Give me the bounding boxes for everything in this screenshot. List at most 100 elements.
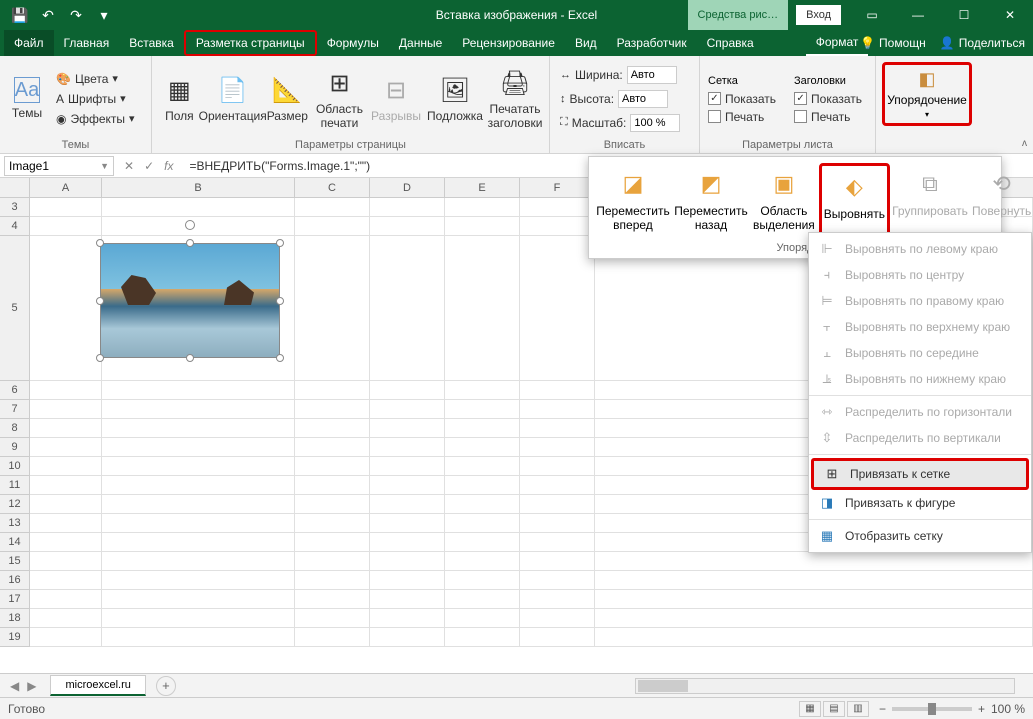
cell[interactable] (520, 236, 595, 381)
width-field[interactable]: ↔ Ширина: (556, 64, 693, 86)
orientation-button[interactable]: 📄Ориентация (205, 60, 261, 137)
cell[interactable] (370, 495, 445, 514)
cell[interactable] (445, 198, 520, 217)
cell[interactable] (370, 609, 445, 628)
cell[interactable] (30, 236, 102, 381)
cell[interactable] (30, 571, 102, 590)
cell[interactable] (595, 571, 1033, 590)
height-field[interactable]: ↕ Высота: (556, 88, 693, 110)
cell[interactable] (295, 236, 370, 381)
ribbon-options-icon[interactable]: ▭ (849, 0, 895, 30)
row-header[interactable]: 9 (0, 438, 30, 457)
row-header[interactable]: 16 (0, 571, 30, 590)
cell[interactable] (520, 419, 595, 438)
resize-handle[interactable] (276, 239, 284, 247)
colors-button[interactable]: 🎨Цвета ▾ (52, 70, 139, 88)
cell[interactable] (102, 457, 295, 476)
cell[interactable] (595, 609, 1033, 628)
cell[interactable] (520, 476, 595, 495)
row-header[interactable]: 19 (0, 628, 30, 647)
effects-button[interactable]: ◉Эффекты ▾ (52, 110, 139, 128)
menu-snap-to-grid[interactable]: ⊞Привязать к сетке (811, 458, 1029, 490)
cancel-formula-icon[interactable]: ✕ (124, 159, 134, 173)
row-header[interactable]: 17 (0, 590, 30, 609)
cell[interactable] (370, 438, 445, 457)
save-icon[interactable]: 💾 (8, 3, 32, 27)
row-header[interactable]: 15 (0, 552, 30, 571)
themes-button[interactable]: Aa Темы (6, 60, 48, 137)
tab-page-layout[interactable]: Разметка страницы (184, 30, 317, 56)
tab-data[interactable]: Данные (389, 30, 452, 56)
cell[interactable] (295, 381, 370, 400)
row-header[interactable]: 5 (0, 236, 30, 381)
row-header[interactable]: 4 (0, 217, 30, 236)
grid-show-checkbox[interactable]: ✓Показать (706, 91, 778, 107)
tab-file[interactable]: Файл (4, 30, 54, 56)
cell[interactable] (102, 628, 295, 647)
cell[interactable] (445, 476, 520, 495)
cell[interactable] (445, 438, 520, 457)
add-sheet-button[interactable]: + (156, 676, 176, 696)
cell[interactable] (102, 514, 295, 533)
selection-pane-button[interactable]: ▣Область выделения (751, 163, 817, 236)
login-button[interactable]: Вход (796, 5, 841, 25)
size-button[interactable]: 📐Размер (265, 60, 310, 137)
cell[interactable] (520, 217, 595, 236)
background-button[interactable]: 🖼Подложка (427, 60, 483, 137)
cell[interactable] (295, 438, 370, 457)
cell[interactable] (102, 533, 295, 552)
cell[interactable] (520, 628, 595, 647)
minimize-icon[interactable]: — (895, 0, 941, 30)
select-all-corner[interactable] (0, 178, 30, 197)
cell[interactable] (520, 495, 595, 514)
cell[interactable] (370, 571, 445, 590)
cell[interactable] (445, 419, 520, 438)
cell[interactable] (295, 476, 370, 495)
cell[interactable] (295, 217, 370, 236)
cell[interactable] (30, 552, 102, 571)
cell[interactable] (445, 381, 520, 400)
sheet-tab[interactable]: microexcel.ru (50, 675, 145, 696)
cell[interactable] (295, 514, 370, 533)
headings-show-checkbox[interactable]: ✓Показать (792, 91, 864, 107)
col-header[interactable]: B (102, 178, 295, 197)
row-header[interactable]: 14 (0, 533, 30, 552)
cell[interactable] (295, 495, 370, 514)
margins-button[interactable]: ▦Поля (158, 60, 201, 137)
cell[interactable] (30, 476, 102, 495)
cell[interactable] (295, 400, 370, 419)
tab-nav-next-icon[interactable]: ▶ (27, 679, 36, 693)
cell[interactable] (30, 609, 102, 628)
cell[interactable] (295, 198, 370, 217)
cell[interactable] (102, 476, 295, 495)
zoom-slider[interactable] (892, 707, 972, 711)
cell[interactable] (520, 438, 595, 457)
resize-handle[interactable] (96, 239, 104, 247)
resize-handle[interactable] (96, 297, 104, 305)
cell[interactable] (520, 590, 595, 609)
resize-handle[interactable] (276, 354, 284, 362)
cell[interactable] (520, 457, 595, 476)
collapse-ribbon-icon[interactable]: ʌ (1022, 138, 1027, 149)
cell[interactable] (30, 400, 102, 419)
cell[interactable] (595, 552, 1033, 571)
tab-view[interactable]: Вид (565, 30, 607, 56)
cell[interactable] (370, 419, 445, 438)
cell[interactable] (520, 514, 595, 533)
tab-home[interactable]: Главная (54, 30, 120, 56)
cell[interactable] (445, 400, 520, 419)
grid-print-checkbox[interactable]: Печать (706, 109, 778, 125)
cell[interactable] (520, 571, 595, 590)
cell[interactable] (30, 533, 102, 552)
cell[interactable] (30, 438, 102, 457)
cell[interactable] (370, 476, 445, 495)
row-header[interactable]: 13 (0, 514, 30, 533)
cell[interactable] (30, 419, 102, 438)
print-titles-button[interactable]: 🖨Печатать заголовки (487, 60, 543, 137)
cell[interactable] (445, 457, 520, 476)
col-header[interactable]: E (445, 178, 520, 197)
cell[interactable] (370, 628, 445, 647)
maximize-icon[interactable]: ☐ (941, 0, 987, 30)
resize-handle[interactable] (276, 297, 284, 305)
resize-handle[interactable] (186, 354, 194, 362)
